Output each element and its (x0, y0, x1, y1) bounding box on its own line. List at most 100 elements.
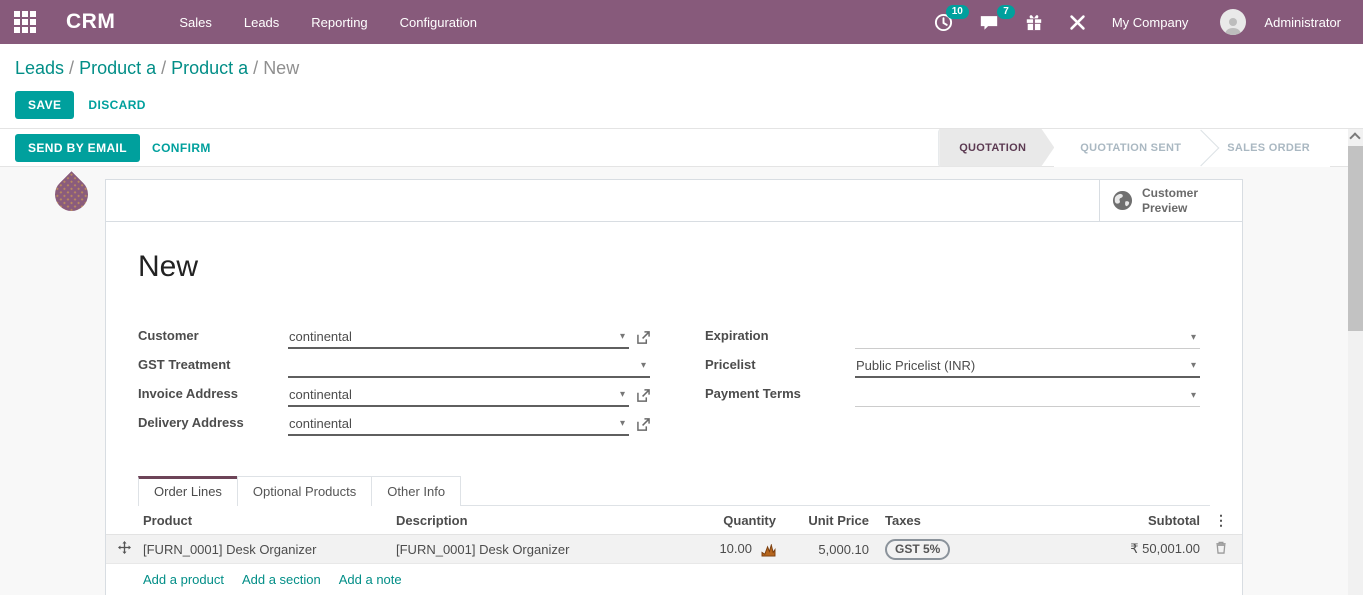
cell-description[interactable]: [FURN_0001] Desk Organizer (396, 542, 676, 557)
col-description[interactable]: Description (396, 513, 676, 528)
chevron-down-icon[interactable]: ▾ (616, 418, 629, 429)
invoice-address-field[interactable]: continental▾ (288, 385, 629, 407)
wrench-tools-icon (1069, 14, 1086, 31)
drag-handle-icon[interactable] (106, 541, 143, 557)
invoice-address-label: Invoice Address (138, 386, 288, 407)
cell-unit-price[interactable]: 5,000.10 (776, 542, 871, 557)
tax-badge[interactable]: GST 5% (885, 539, 950, 560)
column-options-kebab-icon[interactable]: ⋮ (1214, 512, 1228, 528)
tab-other-info[interactable]: Other Info (371, 476, 461, 506)
chevron-down-icon[interactable]: ▾ (616, 331, 629, 342)
tab-order-lines[interactable]: Order Lines (138, 476, 238, 506)
gift-icon (1025, 13, 1043, 31)
expiration-field[interactable]: ▾ (855, 327, 1200, 349)
control-panel: Leads/Product a/Product a/New SAVE DISCA… (0, 44, 1363, 128)
gift-button[interactable] (1017, 9, 1051, 35)
chevron-down-icon[interactable]: ▾ (1187, 360, 1200, 371)
chat-bubble-icon (979, 13, 999, 32)
vertical-scrollbar[interactable] (1348, 129, 1363, 595)
forecast-chart-icon[interactable] (752, 544, 776, 557)
add-product-link[interactable]: Add a product (143, 572, 224, 587)
col-unit-price[interactable]: Unit Price (776, 513, 871, 528)
order-lines-table: Product Description Quantity Unit Price … (106, 506, 1242, 595)
customer-label: Customer (138, 328, 288, 349)
form-sheet: CustomerPreview New Customer continental… (105, 179, 1243, 595)
table-add-links: Add a product Add a section Add a note (106, 564, 1242, 595)
chevron-down-icon[interactable]: ▾ (1187, 390, 1200, 401)
delivery-address-field[interactable]: continental▾ (288, 414, 629, 436)
support-tools-button[interactable] (1061, 10, 1094, 35)
chevron-down-icon[interactable]: ▾ (1187, 332, 1200, 343)
touch-pointer-indicator (48, 171, 95, 218)
order-line-row[interactable]: [FURN_0001] Desk Organizer [FURN_0001] D… (106, 535, 1242, 564)
notebook-tabs: Order Lines Optional Products Other Info (138, 476, 1210, 506)
discard-button[interactable]: DISCARD (88, 98, 145, 112)
globe-icon (1112, 190, 1133, 211)
sheet-header: CustomerPreview (106, 180, 1242, 222)
cell-quantity[interactable]: 10.00 (676, 541, 776, 556)
invoice-address-external-link-icon[interactable] (637, 389, 650, 402)
step-quotation[interactable]: QUOTATION (939, 129, 1054, 167)
step-sales-order[interactable]: SALES ORDER (1201, 129, 1330, 167)
gst-treatment-field[interactable]: ▾ (288, 356, 650, 378)
customer-preview-label-2: Preview (1142, 201, 1187, 215)
apps-menu-icon[interactable] (14, 11, 36, 33)
save-button[interactable]: SAVE (15, 91, 74, 119)
delete-line-trash-icon[interactable] (1200, 541, 1242, 557)
breadcrumb-current: New (263, 58, 299, 78)
add-note-link[interactable]: Add a note (339, 572, 402, 587)
app-brand[interactable]: CRM (66, 10, 115, 34)
company-switcher[interactable]: My Company (1104, 15, 1197, 30)
col-quantity[interactable]: Quantity (676, 513, 776, 528)
confirm-button[interactable]: CONFIRM (152, 141, 211, 155)
table-header-row: Product Description Quantity Unit Price … (106, 506, 1242, 535)
delivery-address-label: Delivery Address (138, 415, 288, 436)
cell-subtotal: ₹ 50,001.00 (1072, 541, 1200, 557)
customer-preview-button[interactable]: CustomerPreview (1099, 180, 1242, 221)
menu-leads[interactable]: Leads (232, 7, 291, 38)
tab-optional-products[interactable]: Optional Products (237, 476, 372, 506)
cell-taxes[interactable]: GST 5% (871, 539, 1072, 560)
breadcrumb-product-a-1[interactable]: Product a (79, 58, 156, 78)
delivery-address-external-link-icon[interactable] (637, 418, 650, 431)
activity-count-badge: 10 (946, 5, 969, 19)
scrollbar-thumb[interactable] (1348, 146, 1363, 331)
main-menu: Sales Leads Reporting Configuration (167, 7, 489, 38)
record-title: New (138, 250, 1210, 284)
chevron-down-icon[interactable]: ▾ (637, 360, 650, 371)
menu-configuration[interactable]: Configuration (388, 7, 489, 38)
status-steps: QUOTATION QUOTATION SENT SALES ORDER (938, 129, 1330, 167)
user-menu[interactable]: Administrator (1256, 15, 1349, 30)
activity-menu-button[interactable]: 10 (926, 9, 961, 36)
cell-product[interactable]: [FURN_0001] Desk Organizer (143, 542, 396, 557)
breadcrumb: Leads/Product a/Product a/New (15, 58, 1348, 79)
customer-field[interactable]: continental▾ (288, 327, 629, 349)
pricelist-label: Pricelist (705, 357, 855, 378)
add-section-link[interactable]: Add a section (242, 572, 321, 587)
step-quotation-sent[interactable]: QUOTATION SENT (1054, 129, 1201, 167)
breadcrumb-product-a-2[interactable]: Product a (171, 58, 248, 78)
messages-menu-button[interactable]: 7 (971, 9, 1007, 36)
form-view-content: CustomerPreview New Customer continental… (0, 167, 1363, 550)
form-statusbar: SEND BY EMAIL CONFIRM QUOTATION QUOTATIO… (0, 128, 1363, 167)
gst-treatment-label: GST Treatment (138, 357, 288, 378)
col-taxes[interactable]: Taxes (871, 513, 1072, 528)
col-product[interactable]: Product (143, 513, 396, 528)
col-subtotal[interactable]: Subtotal (1072, 513, 1200, 528)
send-by-email-button[interactable]: SEND BY EMAIL (15, 134, 140, 162)
message-count-badge: 7 (997, 5, 1015, 19)
customer-external-link-icon[interactable] (637, 331, 650, 344)
user-avatar[interactable] (1220, 9, 1246, 35)
pricelist-field[interactable]: Public Pricelist (INR)▾ (855, 356, 1200, 378)
top-navbar: CRM Sales Leads Reporting Configuration … (0, 0, 1363, 44)
customer-preview-label-1: Customer (1142, 186, 1198, 200)
payment-terms-label: Payment Terms (705, 386, 855, 407)
expiration-label: Expiration (705, 328, 855, 349)
menu-reporting[interactable]: Reporting (299, 7, 379, 38)
payment-terms-field[interactable]: ▾ (855, 385, 1200, 407)
breadcrumb-leads[interactable]: Leads (15, 58, 64, 78)
scroll-up-arrow-icon[interactable] (1349, 132, 1360, 143)
form-fields: Customer continental▾ GST Treatment (138, 320, 1210, 436)
menu-sales[interactable]: Sales (167, 7, 224, 38)
chevron-down-icon[interactable]: ▾ (616, 389, 629, 400)
